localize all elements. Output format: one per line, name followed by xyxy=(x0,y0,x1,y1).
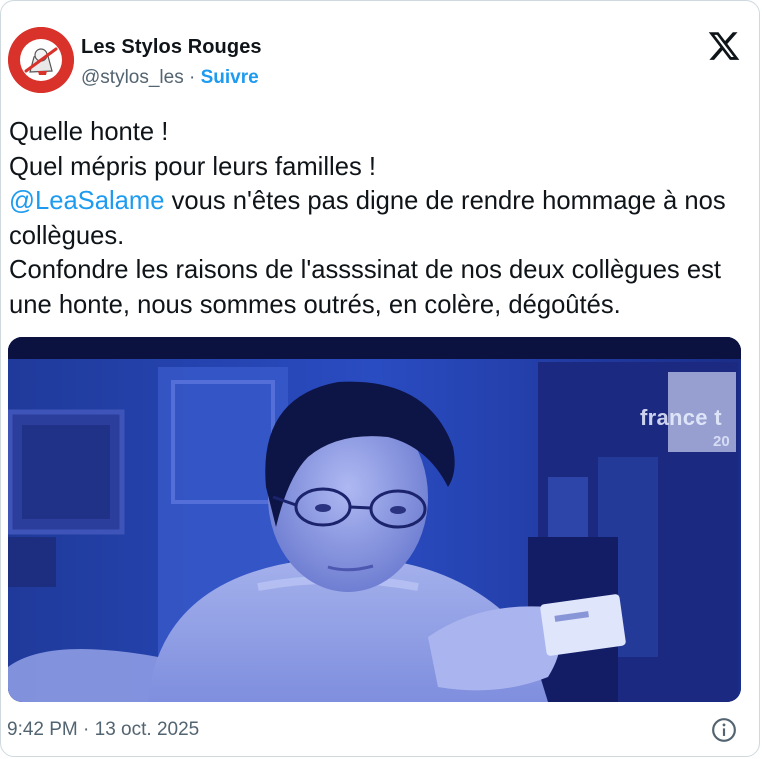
tweet-line-4: Confondre les raisons de l'assssinat de … xyxy=(9,256,729,319)
mention-link[interactable]: @LeaSalame xyxy=(9,187,164,215)
x-logo-icon[interactable] xyxy=(707,29,741,63)
channel-logo-sub: 20 xyxy=(713,433,730,450)
follow-button[interactable]: Suivre xyxy=(201,67,259,88)
author-meta: @stylos_les · Suivre xyxy=(81,67,259,89)
media-image xyxy=(8,337,741,702)
tweet-line-1: Quelle honte ! xyxy=(9,118,169,146)
meta-separator: · xyxy=(189,67,196,88)
tweet-media[interactable]: france t 20 xyxy=(8,337,741,702)
tweet-card: Les Stylos Rouges @stylos_les · Suivre Q… xyxy=(0,0,760,757)
author-name[interactable]: Les Stylos Rouges xyxy=(81,36,262,59)
author-avatar[interactable] xyxy=(8,27,74,93)
tweet-text: Quelle honte ! Quel mépris pour leurs fa… xyxy=(9,115,749,322)
tweet-line-2: Quel mépris pour leurs familles ! xyxy=(9,152,376,181)
avatar-logo-icon xyxy=(8,27,74,93)
tweet-timestamp[interactable]: 9:42 PM · 13 oct. 2025 xyxy=(7,719,199,741)
author-handle[interactable]: @stylos_les xyxy=(81,67,184,88)
info-icon[interactable] xyxy=(711,717,737,743)
channel-logo: france t xyxy=(640,405,722,430)
